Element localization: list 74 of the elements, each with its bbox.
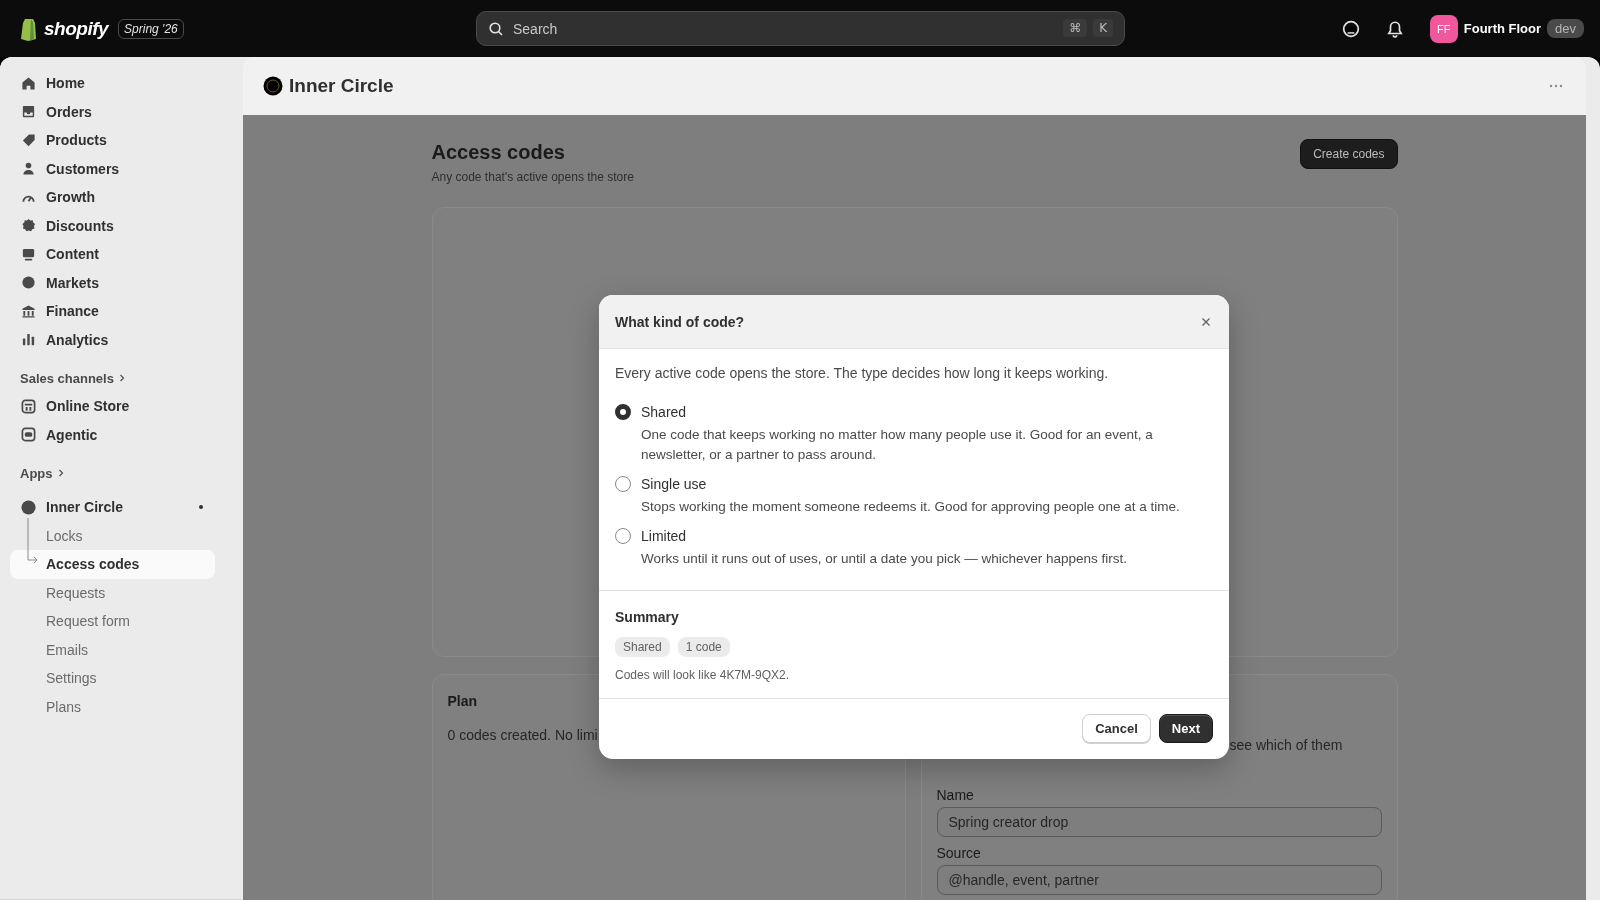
bar-chart-icon — [21, 332, 36, 348]
cancel-button[interactable]: Cancel — [1082, 714, 1151, 743]
nav-item[interactable]: Markets — [10, 268, 215, 297]
nav-item[interactable]: Emails — [10, 635, 215, 664]
store-name: Fourth Floor — [1463, 21, 1542, 36]
summary-tag: Shared — [615, 637, 670, 657]
nav-item[interactable]: Customers — [10, 154, 215, 183]
summary-heading: Summary — [615, 609, 680, 625]
dialog-title: What kind of code? — [615, 313, 745, 330]
avatar: FF — [1429, 14, 1458, 43]
radio-button[interactable] — [615, 528, 631, 544]
nav-item[interactable]: Online Store — [10, 392, 215, 421]
shortcut-key: K — [1093, 19, 1113, 37]
option-description: Stops working the moment someone redeems it. Good for approving people one at a time. — [640, 498, 1181, 516]
section-heading[interactable]: Sales channels — [10, 354, 243, 392]
card-text: 0 codes created. No limi — [447, 727, 599, 743]
ring-logo-icon — [263, 76, 283, 96]
nav-item[interactable]: Requests — [10, 578, 215, 607]
next-button[interactable]: Next — [1158, 714, 1213, 743]
option-label[interactable]: Limited — [641, 528, 687, 544]
nav-item[interactable]: Home — [10, 69, 215, 98]
nav-item[interactable]: Growth — [10, 183, 215, 212]
nav-item[interactable]: Agentic — [10, 420, 215, 449]
bell-icon[interactable] — [1385, 19, 1404, 38]
card-text: see which of them — [1229, 737, 1344, 753]
nav-item[interactable]: Analytics — [10, 325, 215, 354]
nav-item[interactable]: Products — [10, 126, 215, 155]
option-label[interactable]: Shared — [641, 404, 687, 420]
create-codes-button[interactable]: Create codes — [1300, 139, 1398, 169]
badge-icon — [21, 218, 36, 234]
nav-item[interactable]: Discounts — [10, 211, 215, 240]
nav-item[interactable]: Content — [10, 240, 215, 269]
card-title: Plan — [447, 693, 479, 709]
home-icon — [21, 75, 36, 91]
shortcut-key: ⌘ — [1063, 19, 1088, 37]
page-title: Access codes — [431, 141, 566, 164]
store-badge: dev — [1547, 19, 1584, 38]
tree-line — [27, 517, 38, 564]
intro-text: Every active code opens the store. The type decides how long it keeps working. — [615, 365, 1110, 381]
logo-text[interactable]: shopify — [44, 17, 109, 40]
edition-badge: Spring '26 — [118, 18, 184, 39]
nav-item[interactable]: Finance — [10, 297, 215, 326]
section-heading[interactable]: Apps — [10, 449, 243, 487]
text-field[interactable]: Spring creator drop — [936, 807, 1382, 837]
monitor-icon — [21, 246, 36, 262]
nav-item[interactable]: Settings — [10, 664, 215, 693]
tray-icon — [21, 104, 36, 120]
option-description: One code that keeps working no matter how many people use it. Good for an event, a newsletter, or a partner to pass around. — [640, 426, 1154, 464]
nav-item[interactable]: Plans — [10, 692, 215, 721]
page-subtitle: Any code that's active opens the store — [431, 170, 634, 184]
account-button[interactable]: FF Fourth Floor dev — [1429, 14, 1584, 43]
tag-icon — [21, 132, 36, 148]
store-icon — [21, 398, 36, 414]
field-label: Name — [936, 787, 975, 803]
summary-note: Codes will look like 4K7M-9QX2. — [615, 668, 791, 682]
nav-item[interactable]: Locks — [10, 521, 215, 550]
app-circle-icon — [21, 499, 36, 515]
nav-item[interactable]: Inner Circle — [10, 493, 215, 522]
app-title: Inner Circle — [289, 75, 394, 97]
bag-logo-icon[interactable] — [20, 16, 38, 41]
nav-item[interactable]: Access codes — [10, 550, 215, 579]
text-field[interactable]: @handle, event, partner — [936, 865, 1382, 895]
radio-button[interactable] — [615, 476, 631, 492]
field-label: Source — [936, 845, 982, 861]
robot-icon — [21, 427, 36, 443]
bank-icon — [21, 303, 36, 319]
nav-item[interactable]: Request form — [10, 607, 215, 636]
person-icon — [21, 161, 36, 177]
nav-item[interactable]: Orders — [10, 97, 215, 126]
dot-icon — [199, 505, 203, 510]
option-description: Works until it runs out of uses, or until a date you pick — whichever happens first. — [640, 550, 1128, 568]
radio-button[interactable] — [615, 404, 631, 420]
summary-tag: 1 code — [677, 637, 730, 657]
option-label[interactable]: Single use — [641, 476, 707, 492]
